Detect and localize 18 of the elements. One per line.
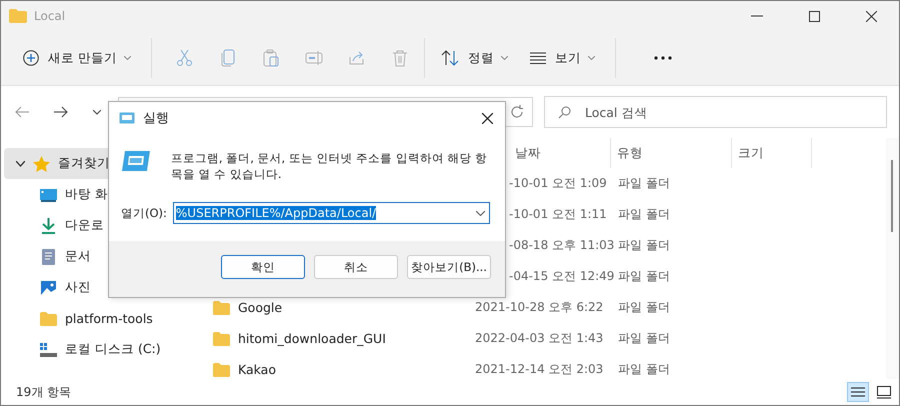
date-cell: -08-18 오후 11:03	[509, 238, 614, 252]
date-cell: -04-15 오전 12:49	[509, 269, 614, 283]
type-cell: 파일 폴더	[618, 176, 670, 190]
date-cell: 2021-10-28 오후 6:22	[475, 300, 604, 314]
open-label: 열기(O):	[121, 206, 167, 220]
type-cell: 파일 폴더	[618, 331, 670, 345]
item-count: 19개 항목	[16, 384, 72, 400]
type-cell: 파일 폴더	[618, 269, 670, 283]
type-cell: 파일 폴더	[618, 300, 670, 314]
date-cell: 2022-04-03 오전 1:43	[475, 331, 604, 345]
type-cell: 파일 폴더	[618, 238, 670, 252]
dialog-title: 실행	[143, 110, 169, 127]
date-cell: -10-01 오전 1:09	[509, 176, 607, 190]
window-title: Local	[34, 9, 66, 23]
date-cell: -10-01 오전 1:11	[509, 207, 607, 221]
type-cell: 파일 폴더	[618, 362, 670, 376]
type-cell: 파일 폴더	[618, 207, 670, 221]
date-cell: 2021-12-14 오전 2:03	[475, 362, 604, 376]
